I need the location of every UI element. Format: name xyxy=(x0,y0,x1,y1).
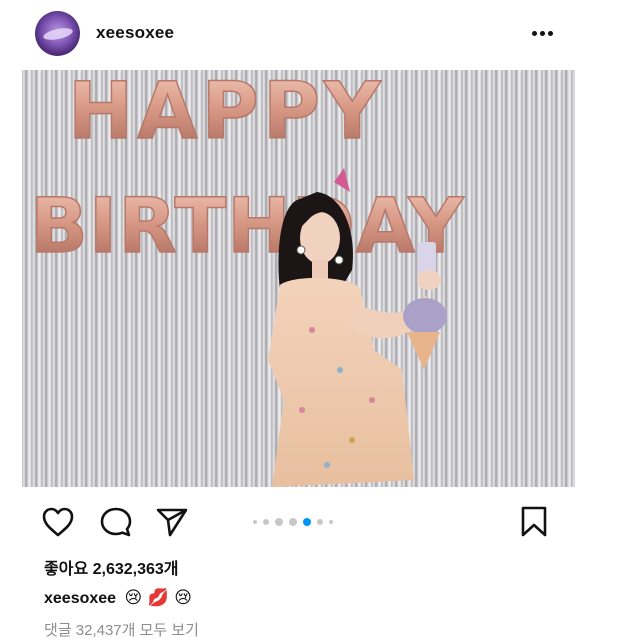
caption: xeesoxee 😢 💋 😢 xyxy=(44,588,192,608)
paper-plane-icon[interactable] xyxy=(155,506,189,538)
comment-bubble-icon[interactable] xyxy=(99,506,133,538)
more-options-icon[interactable] xyxy=(530,22,556,44)
post-header: xeesoxee xyxy=(0,0,642,68)
caption-text: 😢 💋 😢 xyxy=(124,588,192,608)
caption-username[interactable]: xeesoxee xyxy=(44,590,116,607)
instagram-post: xeesoxee HAPPY BIRTHDAY 좋아요 2,632,363개 x… xyxy=(0,0,642,642)
avatar[interactable] xyxy=(35,11,80,56)
carousel-dot xyxy=(289,518,297,526)
carousel-dot xyxy=(263,519,269,525)
likes-count[interactable]: 좋아요 2,632,363개 xyxy=(44,555,179,579)
bookmark-icon[interactable] xyxy=(517,506,551,538)
balloon-letters-birthday: BIRTHDAY xyxy=(30,181,464,270)
carousel-dot xyxy=(253,520,257,524)
birthday-photo-illustration: HAPPY BIRTHDAY xyxy=(29,70,464,487)
username[interactable]: xeesoxee xyxy=(96,23,174,43)
view-all-comments-link[interactable]: 댓글 32,437개 모두 보기 xyxy=(44,619,199,640)
balloon-letters-happy: HAPPY xyxy=(68,70,384,157)
carousel-dot-active xyxy=(303,518,311,526)
post-photo[interactable]: HAPPY BIRTHDAY xyxy=(22,70,575,487)
heart-icon[interactable] xyxy=(41,506,75,538)
carousel-dot xyxy=(329,520,333,524)
carousel-dot xyxy=(275,518,283,526)
carousel-dot xyxy=(317,519,323,525)
